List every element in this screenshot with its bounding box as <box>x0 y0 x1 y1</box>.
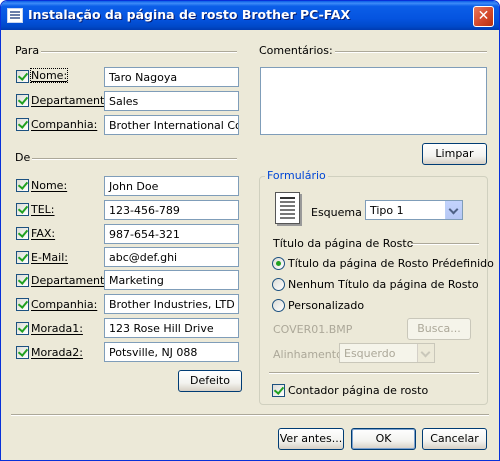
ok-button[interactable]: OK <box>351 428 416 450</box>
de-tel-checkbox[interactable] <box>16 203 29 216</box>
window-title: Instalação da página de rosto Brother PC… <box>28 7 351 22</box>
de-tel-input[interactable]: 123-456-789 <box>104 200 239 220</box>
radio-predefined-title[interactable] <box>272 257 285 270</box>
para-company-input[interactable]: Brother International Corp <box>104 115 239 135</box>
form-bottom-separator <box>269 372 479 374</box>
de-address1-checkbox[interactable] <box>16 322 29 335</box>
para-name-label: Nome: <box>29 68 69 83</box>
para-group-label: Para <box>15 44 42 57</box>
alignment-select[interactable]: Esquerdo <box>339 343 435 363</box>
title-section-label: Título da página de Rosto <box>273 237 414 250</box>
de-name-checkbox[interactable] <box>16 179 29 192</box>
chevron-down-icon[interactable] <box>445 201 462 219</box>
de-fax-label: FAX: <box>31 227 56 240</box>
de-address2-checkbox[interactable] <box>16 346 29 359</box>
alignment-value: Esquerdo <box>344 347 396 360</box>
fax-app-icon <box>7 8 23 23</box>
de-company-checkbox[interactable] <box>16 298 29 311</box>
para-separator <box>15 51 237 53</box>
comments-textarea[interactable] <box>260 67 487 135</box>
cover-page-setup-dialog: Instalação da página de rosto Brother PC… <box>0 0 500 461</box>
de-email-input[interactable]: abc@def.ghi <box>104 247 239 267</box>
para-name-checkbox[interactable] <box>16 70 29 83</box>
document-icon <box>275 192 300 224</box>
de-company-label: Companhia: <box>31 298 98 311</box>
scheme-value: Tipo 1 <box>370 204 404 217</box>
de-fax-checkbox[interactable] <box>16 227 29 240</box>
de-department-checkbox[interactable] <box>16 274 29 287</box>
para-department-label: Departamento: <box>31 94 115 107</box>
de-tel-label: TEL: <box>31 203 55 216</box>
de-fax-input[interactable]: 987-654-321 <box>104 224 239 244</box>
para-company-checkbox[interactable] <box>16 118 29 131</box>
de-name-label: Nome: <box>31 179 68 192</box>
cover-counter-label: Contador página de rosto <box>288 384 429 397</box>
cover-counter-checkbox[interactable] <box>272 384 285 397</box>
cover-file-field: COVER01.BMP <box>273 323 353 336</box>
form-group-title: Formulário <box>265 169 328 182</box>
radio-no-title-label: Nenhum Título da página de Rosto <box>288 278 479 291</box>
de-address1-label: Morada1: <box>31 322 83 335</box>
de-address2-input[interactable]: Potsville, NJ 088 <box>104 342 239 362</box>
para-department-input[interactable]: Sales <box>104 91 239 111</box>
de-department-input[interactable]: Marketing <box>104 270 239 290</box>
title-bar[interactable]: Instalação da página de rosto Brother PC… <box>1 1 499 30</box>
de-separator <box>15 158 237 160</box>
scheme-select[interactable]: Tipo 1 <box>365 200 463 220</box>
de-email-label: E-Mail: <box>31 251 68 264</box>
title-section-separator <box>411 243 479 245</box>
chevron-down-icon[interactable] <box>417 344 434 362</box>
de-group-label: De <box>15 151 33 164</box>
para-company-label: Companhia: <box>31 118 98 131</box>
browse-button[interactable]: Busca... <box>407 318 471 340</box>
scheme-label: Esquema <box>311 206 362 219</box>
radio-no-title[interactable] <box>272 278 285 291</box>
comments-label: Comentários: <box>259 44 335 57</box>
preview-button[interactable]: Ver antes... <box>278 428 344 450</box>
para-name-input[interactable]: Taro Nagoya <box>104 67 239 87</box>
para-department-checkbox[interactable] <box>16 94 29 107</box>
default-button[interactable]: Defeito <box>178 370 242 392</box>
clear-button[interactable]: Limpar <box>422 143 487 165</box>
footer-separator <box>11 414 489 416</box>
de-address1-input[interactable]: 123 Rose Hill Drive <box>104 318 239 338</box>
radio-predefined-title-label: Título da página de Rosto Prédefinido <box>288 257 494 270</box>
close-icon[interactable]: ✕ <box>473 6 494 27</box>
radio-custom-label: Personalizado <box>288 299 365 312</box>
de-department-label: Departamento: <box>31 274 115 287</box>
de-address2-label: Morada2: <box>31 346 83 359</box>
radio-custom[interactable] <box>272 299 285 312</box>
de-name-input[interactable]: John Doe <box>104 176 239 196</box>
cancel-button[interactable]: Cancelar <box>422 428 487 450</box>
de-email-checkbox[interactable] <box>16 251 29 264</box>
de-company-input[interactable]: Brother Industries, LTD <box>104 294 239 314</box>
alignment-label: Alinhamento <box>273 348 343 361</box>
